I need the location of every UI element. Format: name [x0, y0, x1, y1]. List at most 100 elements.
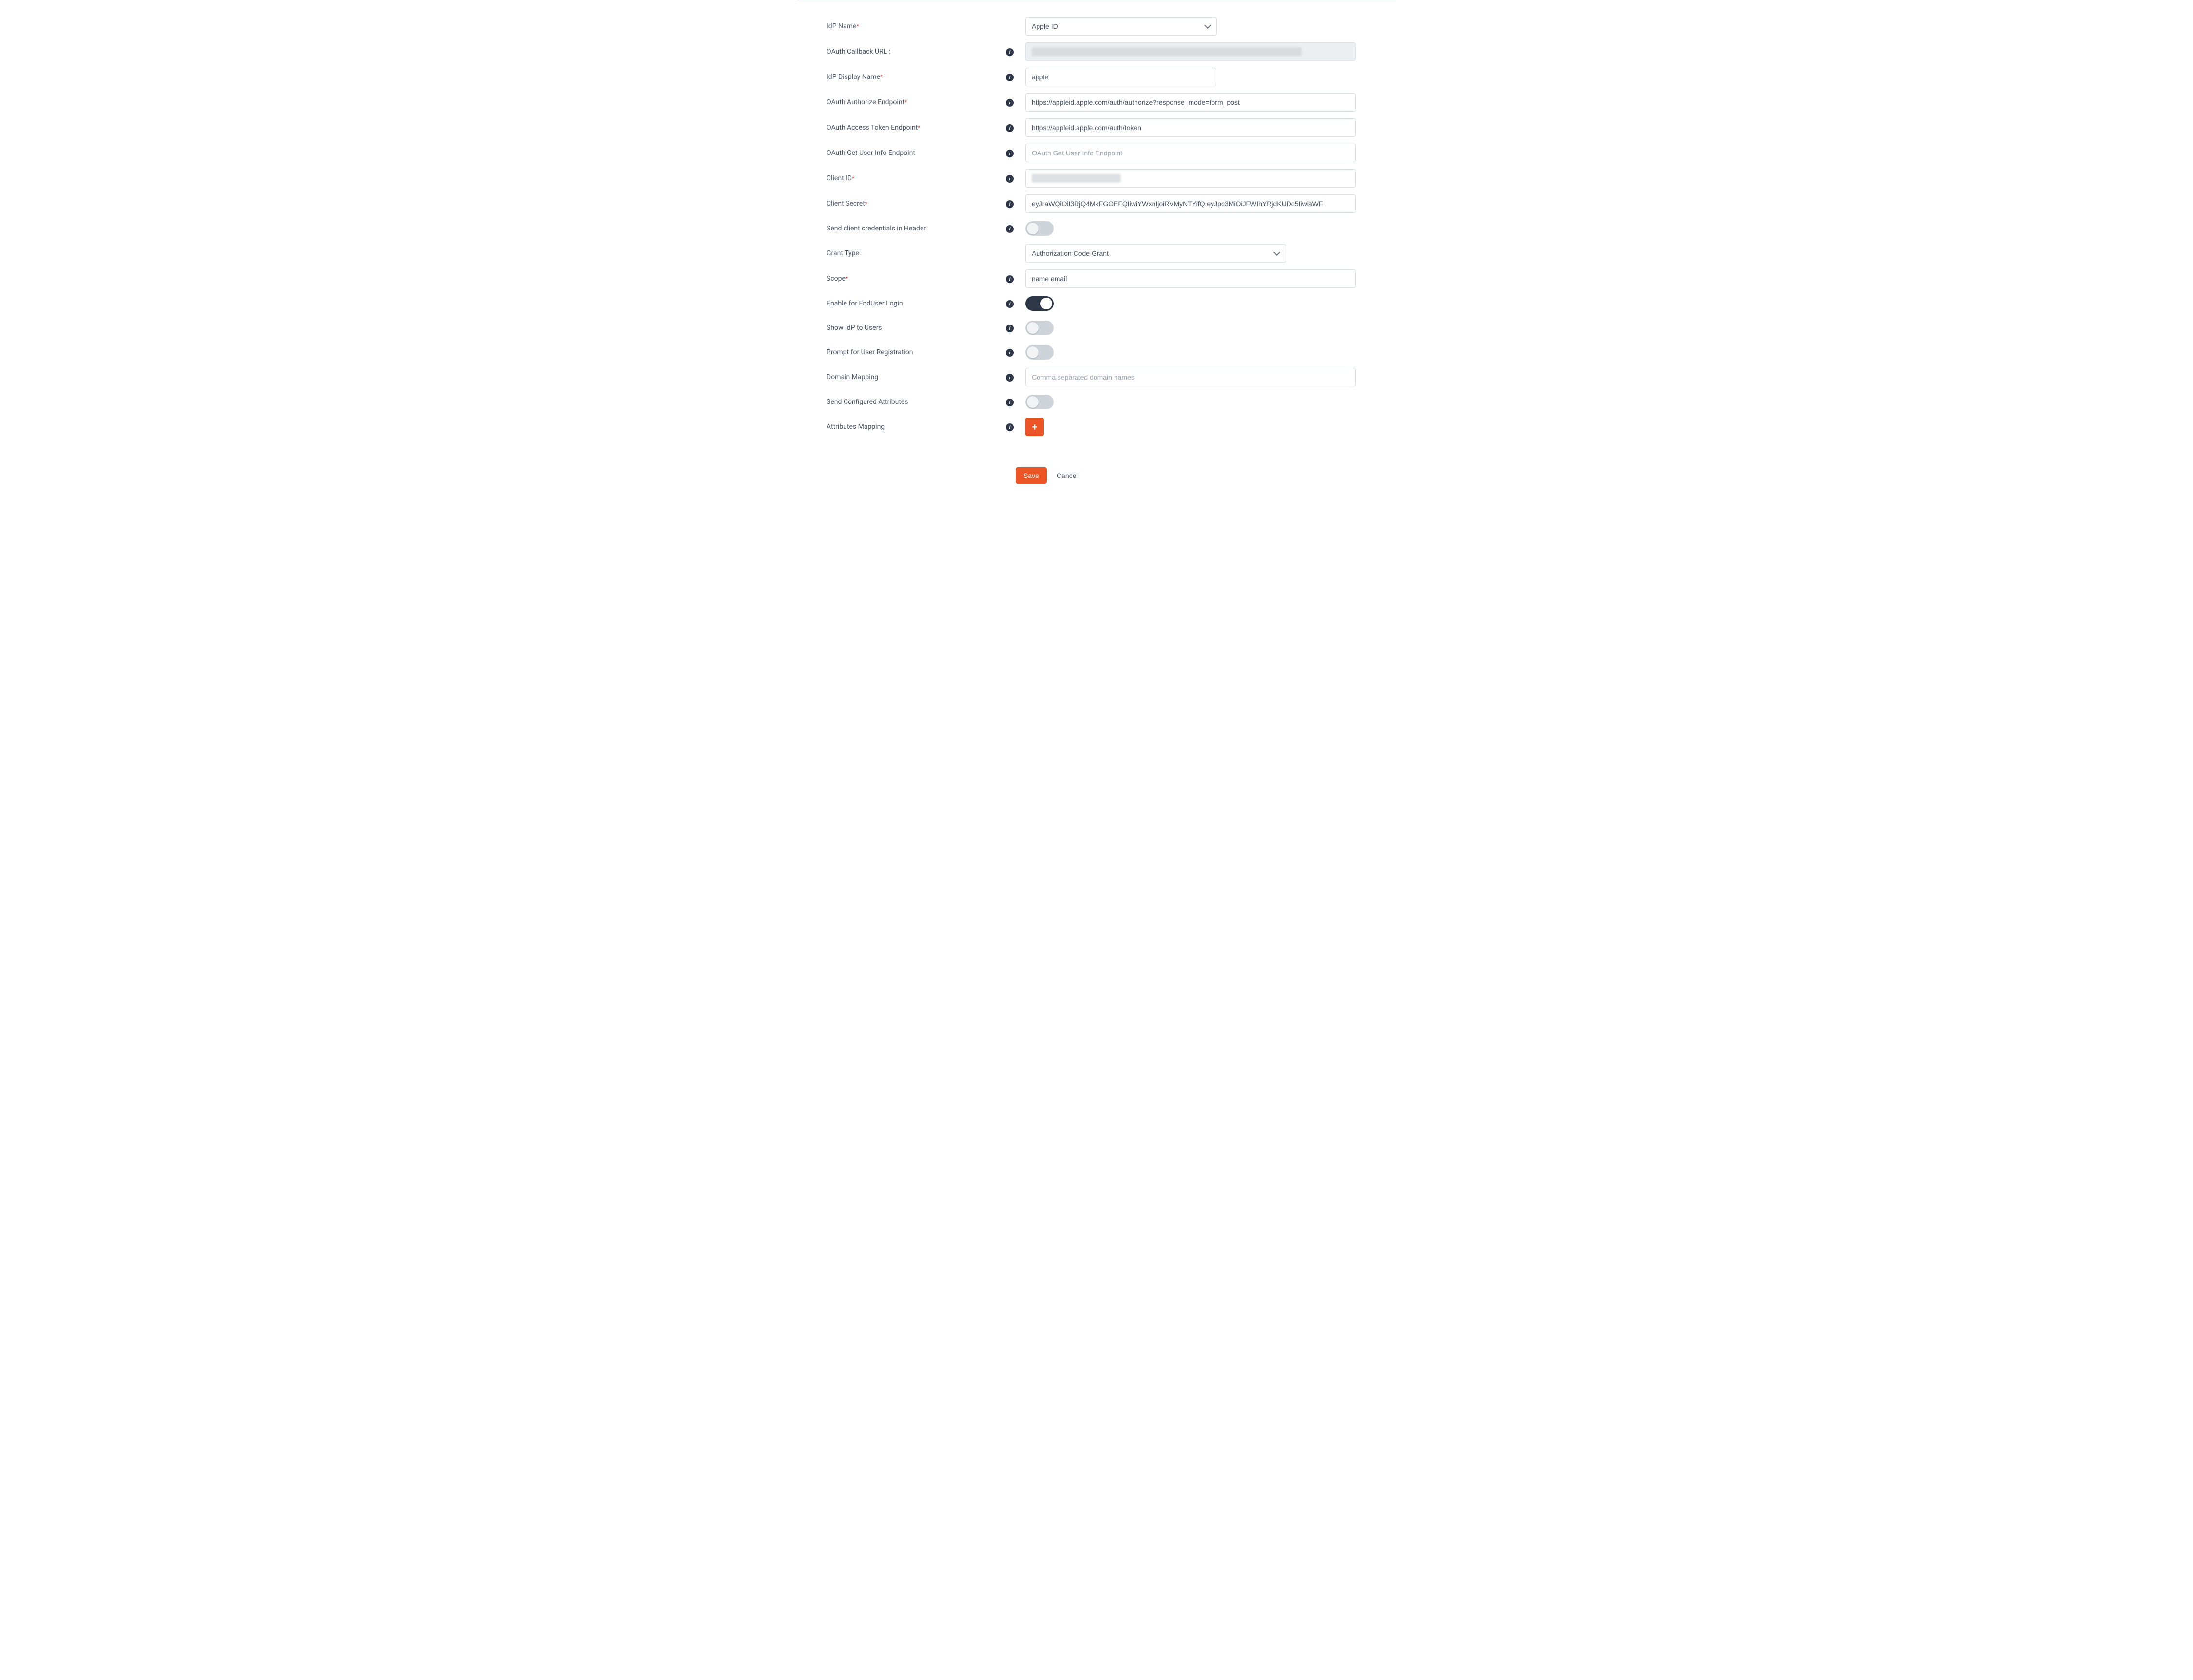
required-asterisk: *	[856, 23, 859, 30]
authorize_ep-row: OAuth Authorize Endpoint*i	[827, 90, 1366, 115]
token_ep-control	[1025, 115, 1366, 140]
client_id-info-col: i	[1006, 174, 1025, 183]
domain_mapping-row: Domain Mappingi	[827, 365, 1366, 389]
client_secret-row: Client Secret*i	[827, 191, 1366, 216]
send_attrs-control	[1025, 392, 1366, 412]
prompt_reg-control	[1025, 342, 1366, 363]
required-asterisk: *	[852, 175, 854, 182]
toggle-knob	[1040, 298, 1052, 309]
display_name-info-col: i	[1006, 73, 1025, 81]
send_attrs-toggle[interactable]	[1025, 395, 1054, 409]
idp_name-select-wrap: Apple ID	[1025, 17, 1217, 36]
info-icon[interactable]: i	[1006, 124, 1014, 132]
token_ep-info-col: i	[1006, 123, 1025, 132]
client_secret-info-col: i	[1006, 199, 1025, 208]
show_idp-control	[1025, 318, 1366, 338]
authorize_ep-label: OAuth Authorize Endpoint*	[827, 92, 1006, 113]
info-icon[interactable]: i	[1006, 300, 1014, 308]
send_attrs-label: Send Configured Attributes	[827, 391, 1006, 413]
client_secret-input[interactable]	[1025, 194, 1356, 213]
toggle-knob	[1027, 322, 1039, 334]
display_name-input[interactable]	[1025, 68, 1216, 86]
userinfo_ep-input[interactable]	[1025, 144, 1356, 162]
userinfo_ep-label: OAuth Get User Info Endpoint	[827, 142, 1006, 164]
client_id-control	[1025, 166, 1366, 191]
cred_header-row: Send client credentials in Headeri	[827, 217, 1366, 240]
show_idp-info-col: i	[1006, 324, 1025, 332]
info-icon[interactable]: i	[1006, 349, 1014, 357]
display_name-row: IdP Display Name*i	[827, 65, 1366, 89]
userinfo_ep-info-col: i	[1006, 149, 1025, 157]
info-icon[interactable]: i	[1006, 150, 1014, 157]
info-icon[interactable]: i	[1006, 99, 1014, 107]
info-icon[interactable]: i	[1006, 399, 1014, 406]
grant_type-select-wrap: Authorization Code Grant	[1025, 244, 1286, 263]
grant_type-label: Grant Type:	[827, 243, 1006, 264]
callback_url-control	[1025, 39, 1366, 64]
form-actions: Save Cancel	[797, 467, 1396, 484]
grant_type-row: Grant Type:iAuthorization Code Grant	[827, 241, 1366, 266]
client_secret-control	[1025, 191, 1366, 216]
send_attrs-info-col: i	[1006, 398, 1025, 406]
info-icon[interactable]: i	[1006, 275, 1014, 283]
attrs_mapping-add-button[interactable]: +	[1025, 418, 1044, 436]
enduser_login-label: Enable for EndUser Login	[827, 293, 1006, 314]
prompt_reg-label: Prompt for User Registration	[827, 342, 1006, 363]
token_ep-row: OAuth Access Token Endpoint*i	[827, 115, 1366, 140]
show_idp-toggle[interactable]	[1025, 321, 1054, 335]
info-icon[interactable]: i	[1006, 423, 1014, 431]
redacted-bar	[1032, 174, 1121, 183]
display_name-control	[1025, 65, 1366, 89]
attrs_mapping-row: Attributes Mappingi +	[827, 415, 1366, 439]
info-icon[interactable]: i	[1006, 74, 1014, 81]
domain_mapping-info-col: i	[1006, 373, 1025, 382]
display_name-label: IdP Display Name*	[827, 66, 1006, 88]
enduser_login-toggle[interactable]	[1025, 296, 1054, 311]
idp-config-form: IdP Name*iApple IDOAuth Callback URL :iI…	[797, 14, 1396, 454]
callback_url-info-col: i	[1006, 47, 1025, 56]
authorize_ep-control	[1025, 90, 1366, 115]
userinfo_ep-control	[1025, 141, 1366, 165]
prompt_reg-info-col: i	[1006, 348, 1025, 357]
required-asterisk: *	[865, 200, 867, 207]
info-icon[interactable]: i	[1006, 175, 1014, 183]
scope-row: Scope*i	[827, 267, 1366, 291]
callback_url-readonly	[1025, 42, 1356, 61]
client_secret-label: Client Secret*	[827, 193, 1006, 214]
domain_mapping-label: Domain Mapping	[827, 366, 1006, 388]
idp_name-control: Apple ID	[1025, 14, 1366, 38]
token_ep-label: OAuth Access Token Endpoint*	[827, 117, 1006, 138]
domain_mapping-input[interactable]	[1025, 368, 1356, 386]
info-icon[interactable]: i	[1006, 225, 1014, 233]
cred_header-info-col: i	[1006, 224, 1025, 233]
userinfo_ep-row: OAuth Get User Info Endpointi	[827, 141, 1366, 165]
idp_name-label: IdP Name*	[827, 16, 1006, 37]
info-icon[interactable]: i	[1006, 48, 1014, 56]
client_id-label: Client ID*	[827, 168, 1006, 189]
info-icon[interactable]: i	[1006, 200, 1014, 208]
scope-info-col: i	[1006, 274, 1025, 283]
required-asterisk: *	[846, 275, 848, 282]
enduser_login-row: Enable for EndUser Logini	[827, 292, 1366, 315]
attrs_mapping-label: Attributes Mapping	[827, 416, 1006, 438]
scope-input[interactable]	[1025, 269, 1356, 288]
authorize_ep-input[interactable]	[1025, 93, 1356, 112]
client_id-input[interactable]	[1025, 169, 1356, 188]
required-asterisk: *	[918, 124, 920, 131]
save-button[interactable]: Save	[1016, 467, 1047, 484]
attrs_mapping-control: +	[1025, 415, 1366, 439]
info-icon[interactable]: i	[1006, 374, 1014, 382]
enduser_login-info-col: i	[1006, 299, 1025, 308]
prompt_reg-toggle[interactable]	[1025, 345, 1054, 360]
grant_type-select[interactable]: Authorization Code Grant	[1025, 244, 1286, 263]
grant_type-control: Authorization Code Grant	[1025, 241, 1366, 266]
info-icon[interactable]: i	[1006, 325, 1014, 332]
attrs_mapping-info-col: i	[1006, 422, 1025, 431]
required-asterisk: *	[880, 74, 883, 80]
toggle-knob	[1027, 346, 1039, 358]
client_id-row: Client ID*i	[827, 166, 1366, 191]
idp_name-select[interactable]: Apple ID	[1025, 17, 1217, 36]
cred_header-toggle[interactable]	[1025, 221, 1054, 236]
token_ep-input[interactable]	[1025, 118, 1356, 137]
cancel-button[interactable]: Cancel	[1057, 467, 1078, 484]
